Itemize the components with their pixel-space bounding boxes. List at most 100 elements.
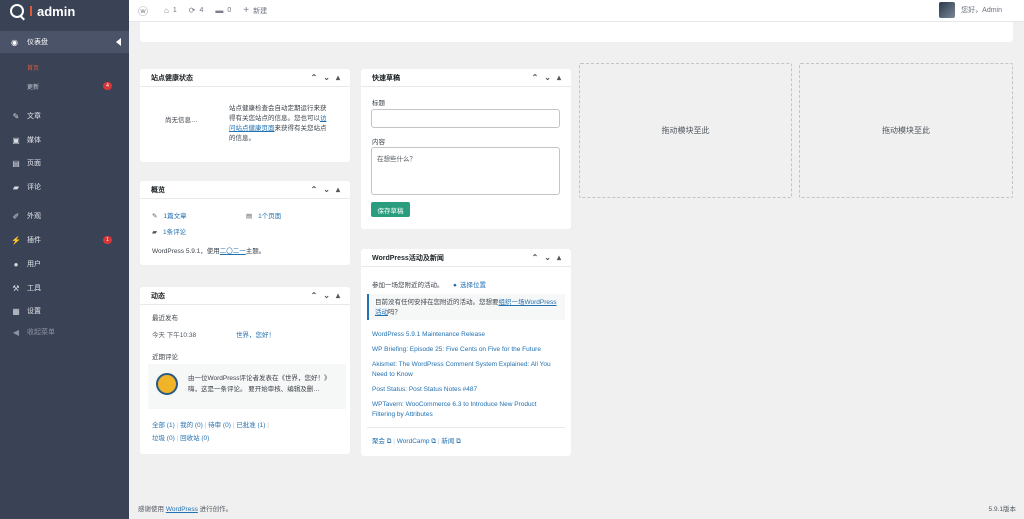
move-up-icon[interactable]: ⌃: [311, 73, 318, 82]
health-description-text: 来获得有关您站点: [274, 125, 327, 132]
news-link[interactable]: 新闻: [441, 438, 454, 445]
sidebar-item-settings[interactable]: ▦ 设置: [0, 301, 129, 321]
move-down-icon[interactable]: ⌄: [323, 291, 330, 300]
news-item-link[interactable]: WPTavern: WooCommerce 6.3 to Introduce N…: [372, 401, 537, 408]
toolbar-new-button[interactable]: + 新建: [243, 5, 267, 16]
quick-draft-widget: 快速草稿 ⌃ ⌄ ▴ 标题 内容 在想些什么？ 保存草稿: [361, 69, 571, 229]
posts-count-link[interactable]: ✎ 1篇文章: [152, 210, 187, 220]
comment-item: 由一位WordPress评论者发表在《世界，您好！》 嗨，这是一条评论。 要开始…: [148, 364, 346, 409]
select-location-link[interactable]: 选择位置: [460, 282, 486, 289]
version-text: 5.9.1版本: [988, 506, 1016, 513]
move-up-icon[interactable]: ⌃: [532, 253, 539, 262]
sidebar-item-posts[interactable]: ✎ 文章: [0, 106, 129, 126]
sidebar-collapse-menu[interactable]: ◀ 收起菜单: [0, 322, 129, 342]
admin-toolbar: ⓦ ⌂ 1 ⟳ 4 ▬ 0 + 新建 您好，Admin: [129, 0, 1024, 22]
welcome-panel-strip: [140, 22, 1013, 42]
sidebar-item-comments[interactable]: ▰ 评论: [0, 177, 129, 197]
health-description: 的信息。: [229, 135, 255, 142]
select-location-button[interactable]: ● 选择位置: [453, 279, 486, 289]
move-down-icon[interactable]: ⌄: [544, 73, 551, 82]
user-menu[interactable]: 您好，Admin: [939, 2, 1002, 18]
move-down-icon[interactable]: ⌄: [323, 73, 330, 82]
move-up-icon[interactable]: ⌃: [532, 73, 539, 82]
news-item-link[interactable]: WP Briefing: Episode 25: Five Cents on F…: [372, 346, 541, 353]
settings-icon: ▦: [12, 306, 20, 316]
plus-icon: +: [243, 5, 250, 16]
wordpress-logo-button[interactable]: ⓦ: [138, 3, 152, 18]
content-label: 内容: [372, 139, 385, 146]
filter-trash[interactable]: 回收站 (0): [180, 435, 209, 442]
pages-count-link[interactable]: ▤ 1个页面: [246, 210, 281, 220]
wp-version-prefix: WordPress 5.9.1，使用: [152, 248, 220, 255]
recent-post-link[interactable]: 世界，您好！: [236, 329, 275, 339]
toolbar-comments-button[interactable]: ▬ 0: [215, 6, 231, 15]
drop-zone-column-3[interactable]: 拖动模块至此: [579, 63, 792, 198]
widget-title: 站点健康状态: [151, 74, 193, 82]
news-item-link[interactable]: Filtering by Attributes: [372, 411, 433, 418]
toggle-icon[interactable]: ▴: [557, 253, 561, 262]
filter-all[interactable]: 全部 (1): [152, 422, 175, 429]
sidebar-item-dashboard[interactable]: ◉ 仪表盘: [0, 31, 129, 53]
site-logo[interactable]: admin: [0, 0, 129, 22]
recent-comments-heading: 近期评论: [152, 354, 178, 361]
move-up-icon[interactable]: ⌃: [311, 291, 318, 300]
pages-link[interactable]: 1个页面: [258, 213, 281, 220]
comment-icon: ▬: [215, 6, 224, 15]
draft-title-input[interactable]: [371, 109, 560, 128]
filter-pending[interactable]: 待审 (0): [208, 422, 231, 429]
toggle-icon[interactable]: ▴: [557, 73, 561, 82]
sidebar-item-label: 收起菜单: [27, 329, 55, 336]
comment-meta: 由一位WordPress评论者发表在《世界，您好！》: [188, 375, 331, 382]
news-item-link[interactable]: Akismet: The WordPress Comment System Ex…: [372, 361, 551, 368]
sidebar-sub-updates[interactable]: 更新 4: [0, 79, 129, 93]
sidebar-item-appearance[interactable]: ✐ 外观: [0, 206, 129, 226]
posts-link[interactable]: 1篇文章: [163, 213, 186, 220]
sidebar-item-label: 页面: [27, 160, 41, 167]
sidebar-item-users[interactable]: ● 用户: [0, 254, 129, 274]
activity-widget: 动态 ⌃ ⌄ ▴ 最近发布 今天 下午10:38 世界，您好！ 近期评论 由一位Wo…: [140, 287, 350, 454]
move-up-icon[interactable]: ⌃: [311, 185, 318, 194]
page-icon: ▤: [12, 158, 20, 168]
divider: [367, 427, 565, 428]
draft-content-textarea[interactable]: 在想些什么？: [371, 147, 560, 195]
external-link-icon: ⧉: [429, 438, 438, 445]
post-time: 今天 下午10:38: [152, 332, 197, 339]
filter-approved[interactable]: 已批准 (1): [236, 422, 265, 429]
sidebar-item-pages[interactable]: ▤ 页面: [0, 153, 129, 173]
recent-published-heading: 最近发布: [152, 315, 178, 322]
health-link[interactable]: 访: [320, 115, 327, 122]
filter-spam[interactable]: 垃圾 (0): [152, 435, 175, 442]
toggle-icon[interactable]: ▴: [336, 185, 340, 194]
sidebar-item-media[interactable]: ▣ 媒体: [0, 130, 129, 150]
meetups-link[interactable]: 聚会: [372, 438, 385, 445]
events-footer-links: 聚会 ⧉ | WordCamp ⧉ | 新闻 ⧉: [372, 438, 461, 445]
toggle-icon[interactable]: ▴: [336, 73, 340, 82]
news-item-link[interactable]: WordPress 5.9.1 Maintenance Release: [372, 331, 485, 338]
move-down-icon[interactable]: ⌄: [323, 185, 330, 194]
toggle-icon[interactable]: ▴: [336, 291, 340, 300]
news-item-link[interactable]: Post Status: Post Status Notes #487: [372, 386, 477, 393]
logo-separator: [30, 6, 32, 16]
site-health-page-link[interactable]: 问站点健康页面: [229, 125, 275, 132]
wordpress-link[interactable]: WordPress: [166, 506, 198, 513]
content-placeholder: 在想些什么？: [377, 156, 416, 163]
theme-link[interactable]: 二〇二一: [220, 248, 246, 255]
move-down-icon[interactable]: ⌄: [544, 253, 551, 262]
news-item-link[interactable]: Need to Know: [372, 371, 413, 378]
drop-zone-column-4[interactable]: 拖动模块至此: [799, 63, 1013, 198]
health-description: 问站点健康页面来获得有关您站点: [229, 122, 327, 132]
sidebar-item-label: 用户: [27, 261, 41, 268]
toolbar-updates-button[interactable]: ⟳ 4: [189, 6, 204, 15]
comments-link[interactable]: 1条评论: [163, 229, 186, 236]
comments-count-link[interactable]: ▰ 1条评论: [152, 226, 186, 236]
wp-version-text: WordPress 5.9.1，使用二〇二一主题。: [152, 245, 265, 255]
filter-mine[interactable]: 我的 (0): [180, 422, 203, 429]
sidebar-item-plugins[interactable]: ⚡ 插件 1: [0, 230, 129, 250]
save-draft-button[interactable]: 保存草稿: [371, 202, 410, 217]
toolbar-home-button[interactable]: ⌂ 1: [164, 6, 177, 15]
sidebar-item-label: 文章: [27, 113, 41, 120]
plugins-count-badge: 1: [103, 236, 112, 244]
wordcamp-link[interactable]: WordCamp: [397, 438, 430, 445]
sidebar-sub-home[interactable]: 首页: [0, 60, 129, 74]
sidebar-item-tools[interactable]: ⚒ 工具: [0, 278, 129, 298]
